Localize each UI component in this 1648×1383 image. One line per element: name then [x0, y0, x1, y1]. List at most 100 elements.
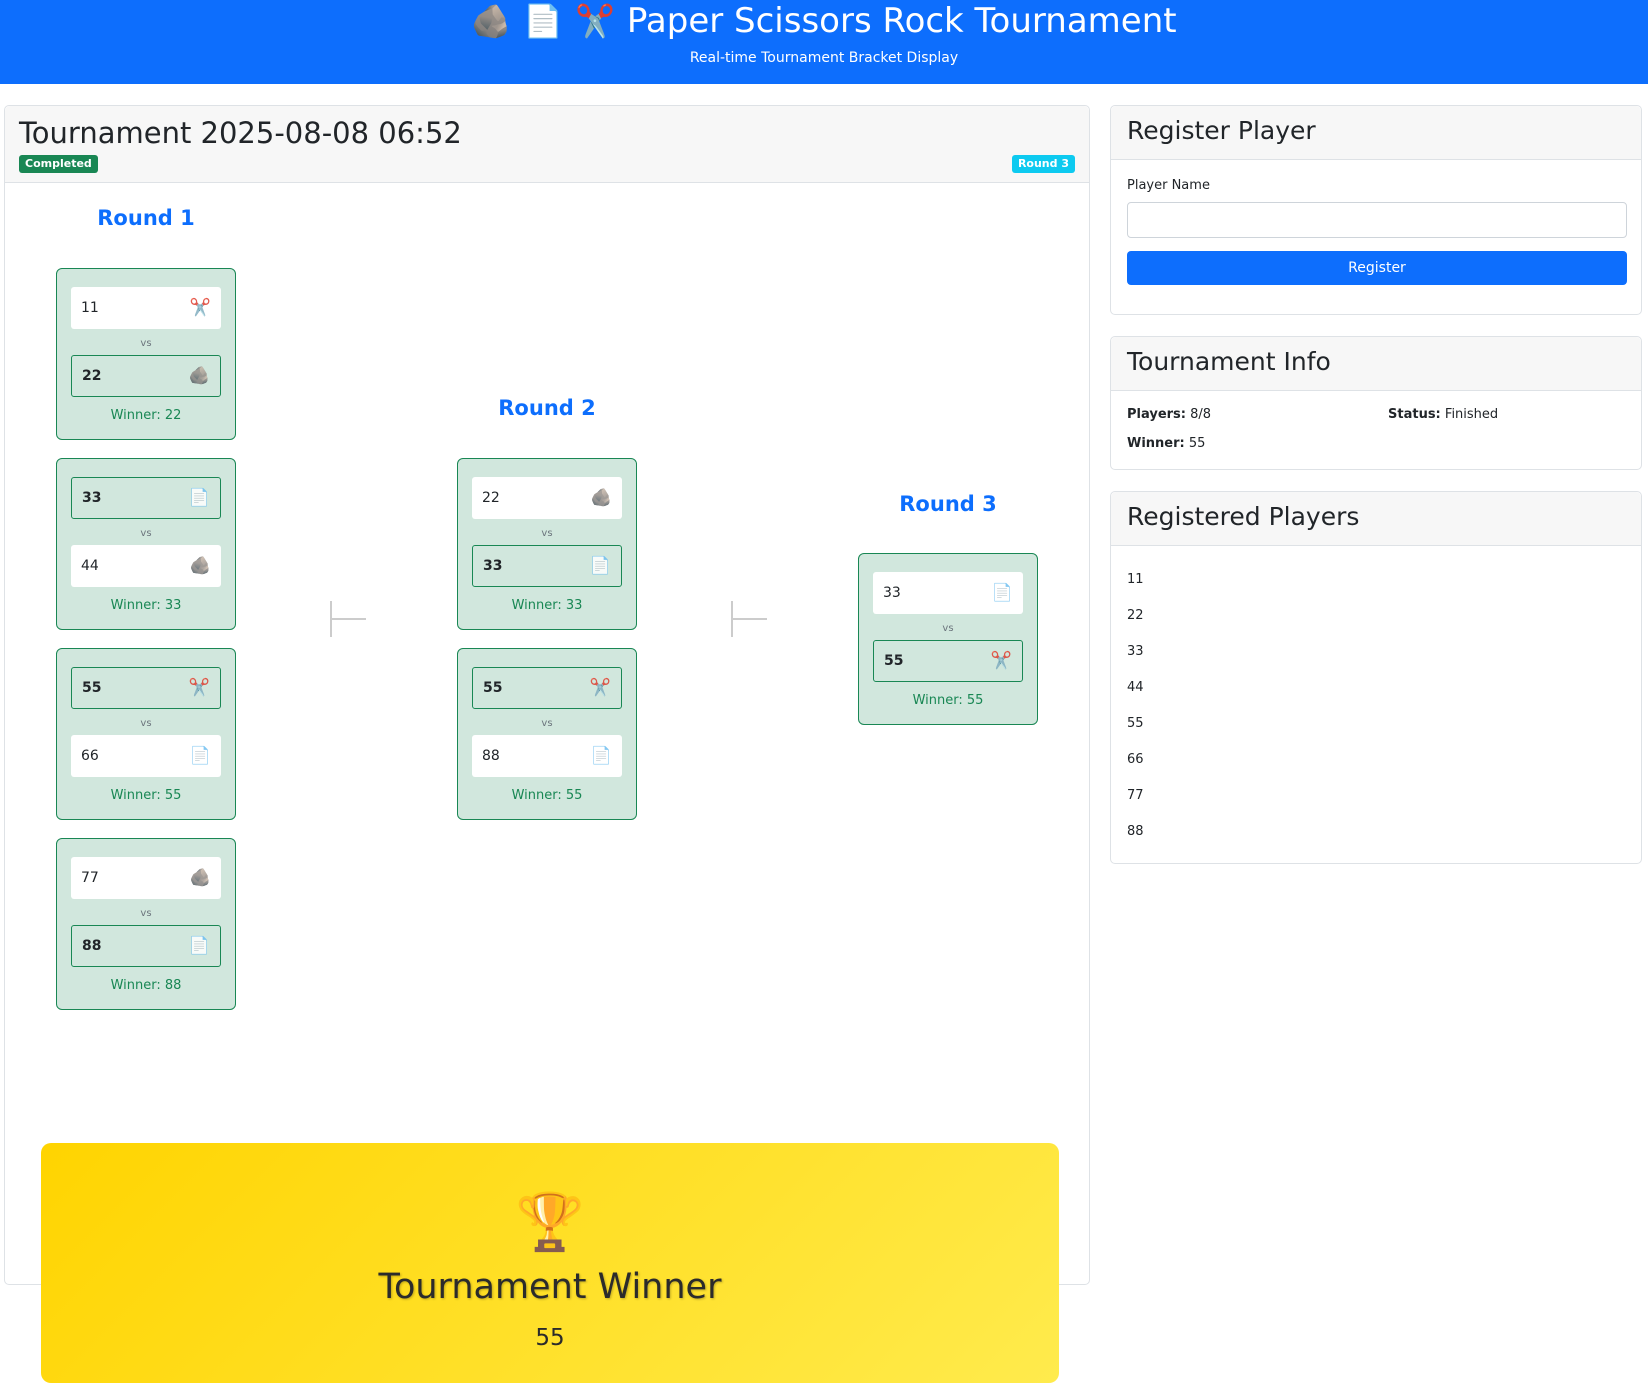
- player-slot: 33 📄: [873, 572, 1023, 614]
- vs-label: vs: [140, 908, 152, 919]
- player-name-input[interactable]: [1127, 202, 1627, 238]
- player-name-label: Player Name: [1127, 178, 1210, 193]
- info-players-value: 8/8: [1190, 407, 1212, 422]
- player-name: 88: [482, 748, 500, 764]
- trophy-icon: 🏆: [515, 1190, 585, 1255]
- player-slot: 44 🪨: [71, 545, 221, 587]
- info-players-label: Players:: [1127, 407, 1186, 422]
- list-item: 66: [1127, 752, 1144, 767]
- info-status-label: Status:: [1388, 407, 1441, 422]
- move-icon: 📄: [188, 488, 210, 508]
- info-status: Status: Finished: [1388, 407, 1498, 422]
- match-card: 77 🪨 88 📄 vs Winner: 88: [56, 838, 236, 1010]
- move-icon: ✂️: [990, 651, 1012, 671]
- register-title: Register Player: [1127, 116, 1316, 145]
- player-slot: 77 🪨: [71, 857, 221, 899]
- move-icon: ✂️: [188, 678, 210, 698]
- site-title: 🪨 📄 ✂️ Paper Scissors Rock Tournament: [0, 0, 1648, 42]
- player-name: 22: [82, 368, 102, 384]
- registered-players-card: Registered Players 11 22 33 44 55 66 77 88: [1110, 491, 1642, 864]
- list-item: 11: [1127, 572, 1144, 587]
- paper-icon: 📄: [523, 2, 564, 40]
- round-title: Round 1: [97, 206, 195, 230]
- vs-label: vs: [541, 718, 553, 729]
- round-title: Round 3: [899, 492, 997, 516]
- move-icon: ✂️: [589, 678, 611, 698]
- register-button[interactable]: Register: [1127, 251, 1627, 285]
- info-winner: Winner: 55: [1127, 436, 1205, 451]
- move-icon: 🪨: [189, 868, 211, 888]
- player-name: 33: [82, 490, 102, 506]
- site-subtitle: Real-time Tournament Bracket Display: [689, 50, 959, 66]
- move-icon: 🪨: [189, 556, 211, 576]
- player-name: 88: [82, 938, 102, 954]
- match-winner-label: Winner: 88: [110, 978, 182, 993]
- player-slot: 55 ✂️: [873, 640, 1023, 682]
- winner-banner-name: 55: [535, 1325, 565, 1351]
- player-slot: 55 ✂️: [472, 667, 622, 709]
- move-icon: 📄: [589, 556, 611, 576]
- winner-banner: 🏆 Tournament Winner 55: [41, 1143, 1059, 1383]
- match-winner-label: Winner: 55: [110, 788, 182, 803]
- move-icon: 🪨: [188, 366, 210, 386]
- players-list: 11 22 33 44 55 66 77 88: [1127, 572, 1144, 860]
- player-slot: 88 📄: [472, 735, 622, 777]
- info-winner-label: Winner:: [1127, 436, 1185, 451]
- register-card-header: Register Player: [1111, 106, 1641, 160]
- player-slot: 88 📄: [71, 925, 221, 967]
- tournament-card: Tournament 2025-08-08 06:52 Completed Ro…: [4, 105, 1090, 1383]
- player-slot: 33 📄: [71, 477, 221, 519]
- match-card: 33 📄 44 🪨 vs Winner: 33: [56, 458, 236, 630]
- match-winner-label: Winner: 55: [912, 693, 984, 708]
- player-name: 55: [884, 653, 904, 669]
- player-name: 11: [81, 300, 99, 316]
- vs-label: vs: [140, 338, 152, 349]
- match-card: 55 ✂️ 66 📄 vs Winner: 55: [56, 648, 236, 820]
- players-card-header: Registered Players: [1111, 492, 1641, 546]
- list-item: 55: [1127, 716, 1144, 731]
- list-item: 88: [1127, 824, 1144, 839]
- scissors-icon: ✂️: [575, 2, 615, 40]
- tournament-card-header: Tournament 2025-08-08 06:52 Completed Ro…: [5, 106, 1089, 183]
- move-icon: 📄: [590, 746, 612, 766]
- player-name: 55: [483, 680, 503, 696]
- player-name: 33: [883, 585, 901, 601]
- bracket-connector: [330, 601, 366, 637]
- tournament-info-card: Tournament Info Players: 8/8 Status: Fin…: [1110, 336, 1642, 470]
- player-slot: 33 📄: [472, 545, 622, 587]
- vs-label: vs: [140, 718, 152, 729]
- player-name: 66: [81, 748, 99, 764]
- match-winner-label: Winner: 33: [511, 598, 583, 613]
- info-title: Tournament Info: [1127, 347, 1331, 376]
- list-item: 77: [1127, 788, 1144, 803]
- winner-banner-title: Tournament Winner: [378, 1267, 722, 1307]
- info-winner-value: 55: [1188, 436, 1206, 451]
- player-name: 22: [482, 490, 500, 506]
- match-card: 55 ✂️ 88 📄 vs Winner: 55: [457, 648, 637, 820]
- match-winner-label: Winner: 55: [511, 788, 583, 803]
- player-name: 77: [81, 870, 99, 886]
- info-players: Players: 8/8: [1127, 407, 1211, 422]
- match-card: 22 🪨 33 📄 vs Winner: 33: [457, 458, 637, 630]
- player-name: 44: [81, 558, 99, 574]
- site-header: 🪨 📄 ✂️ Paper Scissors Rock Tournament Re…: [0, 0, 1648, 84]
- match-card: 11 ✂️ 22 🪨 vs Winner: 22: [56, 268, 236, 440]
- register-card: Register Player Player Name Register: [1110, 105, 1642, 315]
- rock-icon: 🪨: [471, 2, 512, 40]
- connector-line: [731, 618, 767, 620]
- player-name: 33: [483, 558, 503, 574]
- move-icon: 🪨: [590, 488, 612, 508]
- player-slot: 22 🪨: [472, 477, 622, 519]
- move-icon: 📄: [188, 936, 210, 956]
- player-name: 55: [82, 680, 102, 696]
- connector-line: [330, 618, 366, 620]
- player-slot: 22 🪨: [71, 355, 221, 397]
- info-status-value: Finished: [1444, 407, 1499, 422]
- status-badge: Completed: [19, 155, 98, 173]
- list-item: 33: [1127, 644, 1144, 659]
- vs-label: vs: [942, 623, 954, 634]
- bracket-connector: [731, 601, 767, 637]
- move-icon: ✂️: [189, 298, 211, 318]
- players-title: Registered Players: [1127, 502, 1360, 531]
- list-item: 22: [1127, 608, 1144, 623]
